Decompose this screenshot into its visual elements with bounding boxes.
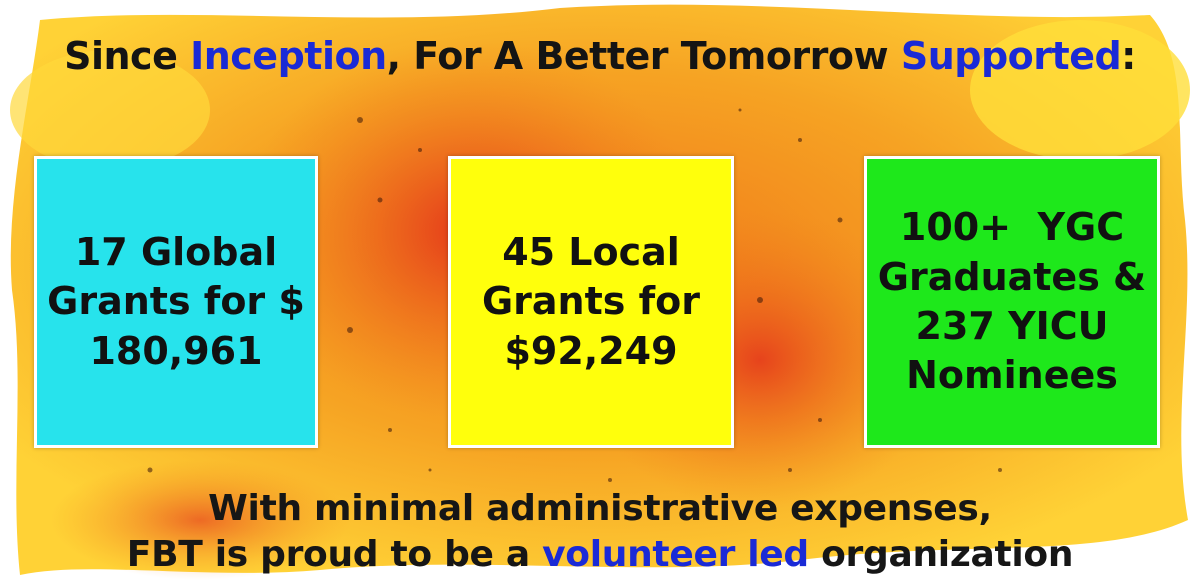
card-line: Graduates & [877,254,1147,299]
headline-supported: Supported [900,34,1122,78]
graduates-card: 100+ YGC Graduates & 237 YICU Nominees [864,156,1160,448]
footer-volunteer-led: volunteer led [542,534,809,575]
slide: Since Inception, For A Better Tomorrow S… [0,0,1200,586]
card-line: 100+ YGC [899,205,1125,250]
footer-part-c: organization [808,534,1074,575]
headline-part3: , For A Better Tomorrow [386,34,901,78]
card-line: 45 Local [502,229,680,274]
page-title: Since Inception, For A Better Tomorrow S… [0,34,1200,78]
headline-part1: Since [64,34,191,78]
card-line: Nominees [906,353,1118,398]
card-line: 180,961 [89,328,263,373]
card-line: Grants for $ [47,279,305,324]
global-grants-card: 17 Global Grants for $ 180,961 [34,156,318,448]
local-grants-card: 45 Local Grants for $92,249 [448,156,734,448]
footer-part-a: FBT is proud to be a [126,534,543,575]
headline-part5: : [1121,34,1136,78]
card-line: 17 Global [74,229,278,274]
footer-line-2: FBT is proud to be a volunteer led organ… [0,534,1200,575]
card-line: Grants for [481,279,701,324]
footer-line-1: With minimal administrative expenses, [208,488,992,529]
card-line: $92,249 [504,328,678,373]
card-line: 237 YICU [915,304,1109,348]
headline-inception: Inception [190,34,387,78]
